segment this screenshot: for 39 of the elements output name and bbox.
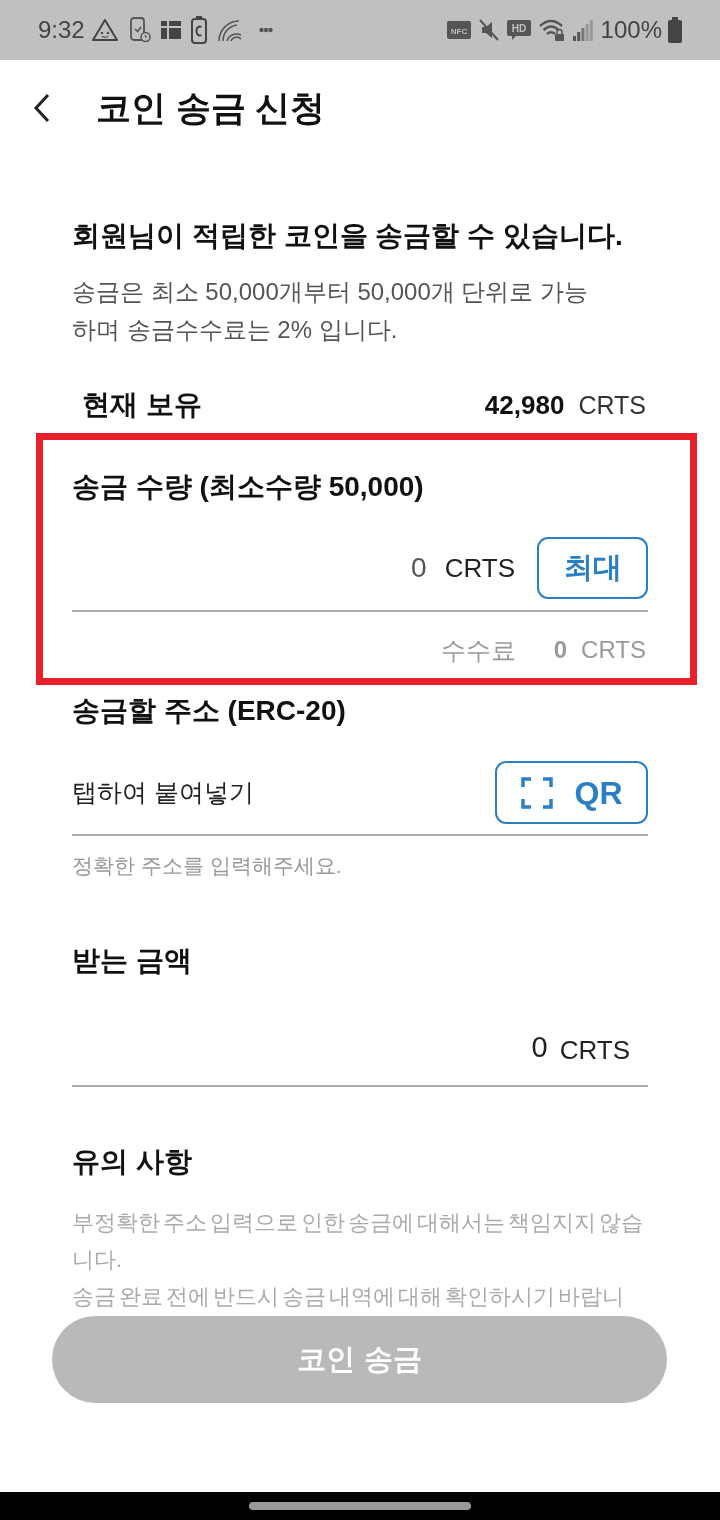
- received-unit: CRTS: [559, 1034, 630, 1066]
- address-hint: 정확한 주소를 입력해주세요.: [72, 853, 343, 879]
- phone-clock-icon: [128, 17, 151, 43]
- balance-unit: CRTS: [578, 390, 646, 420]
- battery-percent: 100%: [600, 16, 662, 44]
- signal-icon: [572, 19, 593, 41]
- back-chevron-icon: [33, 93, 51, 123]
- received-title: 받는 금액: [72, 944, 193, 978]
- amount-unit: CRTS: [444, 552, 515, 584]
- intro-headline: 회원님이 적립한 코인을 송금할 수 있습니다.: [72, 219, 624, 253]
- page-title: 코인 송금 신청: [96, 86, 326, 129]
- battery-icon: [668, 17, 682, 43]
- balance-label: 현재 보유: [82, 388, 203, 422]
- address-title: 송금할 주소 (ERC-20): [72, 694, 347, 728]
- amount-title: 송금 수량 (최소수량 50,000): [72, 470, 425, 504]
- max-button[interactable]: 최대: [537, 537, 648, 599]
- more-dots-icon: [258, 27, 273, 33]
- mute-icon: [478, 19, 499, 41]
- status-time: 9:32: [38, 16, 85, 44]
- notice-title: 유의 사항: [72, 1145, 193, 1179]
- arcs-icon: [216, 17, 243, 43]
- fee-unit: CRTS: [581, 635, 646, 665]
- scan-frame-icon: [520, 776, 553, 809]
- address-input[interactable]: 탭하여 붙여넣기: [72, 772, 495, 813]
- warning-face-icon: [90, 18, 119, 42]
- notice-text: 부정확한 주소 입력으로 인한 송금에 대해서는 책임지지 않습니다.: [72, 1210, 644, 1274]
- fee-amount: 0: [553, 635, 568, 665]
- intro-description: 송금은 최소 50,000개부터 50,000개 단위로 가능하며 송금수수료는 2% 입니다.: [72, 277, 590, 345]
- notice-text: 송금 완료 전에 반드시 송금 내역에 대해 확인하시기 바랍니: [72, 1284, 625, 1311]
- amount-input[interactable]: 0: [72, 548, 427, 588]
- balance-amount: 42,980: [484, 389, 565, 421]
- battery-c-icon: [190, 16, 207, 44]
- hd-icon: HD: [506, 20, 531, 40]
- received-amount: 0: [531, 1030, 548, 1064]
- qr-button[interactable]: QR: [495, 761, 648, 824]
- wifi-lock-icon: [538, 19, 565, 41]
- tiles-icon: [160, 20, 181, 40]
- fee-label: 수수료: [440, 635, 516, 666]
- nfc-icon: NFC: [446, 21, 471, 39]
